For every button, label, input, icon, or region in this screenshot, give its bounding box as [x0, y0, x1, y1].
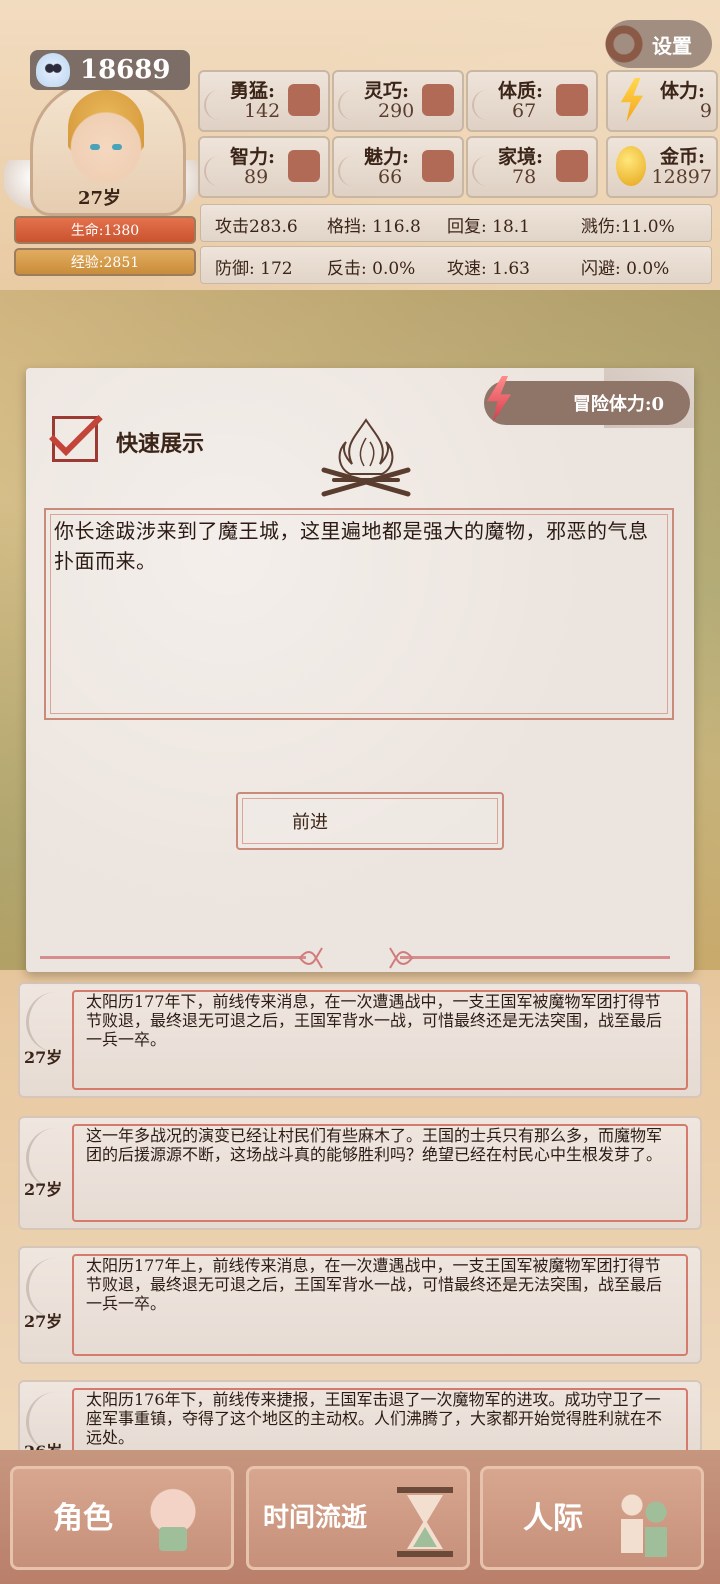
attr-card-intelligence[interactable]: 智力: 89 — [198, 136, 330, 198]
forward-button-label: 前进 — [292, 812, 328, 833]
counter-stat: 反击: 0.0% — [327, 259, 416, 279]
attr-value: 89 — [244, 166, 269, 188]
gold-label: 金币: — [660, 146, 706, 168]
quick-display-label[interactable]: 快速展示 — [116, 426, 204, 458]
attack-stat: 攻击283.6 — [215, 217, 298, 237]
combat-stats-row-2: 防御: 172 反击: 0.0% 攻速: 1.63 闪避: 0.0% — [200, 246, 712, 284]
gold-card: 金币: 12897 — [606, 136, 718, 198]
combat-stats-row-1: 攻击283.6 格挡: 116.8 回复: 18.1 溅伤:11.0% — [200, 204, 712, 242]
brain-icon — [288, 150, 320, 182]
story-text: 你长途跋涉来到了魔王城，这里遍地都是强大的魔物，邪恶的气息扑面而来。 — [54, 519, 649, 573]
money-bag-icon — [556, 150, 588, 182]
regen-stat: 回复: 18.1 — [447, 217, 530, 237]
block-stat: 格挡: 116.8 — [327, 217, 421, 237]
attr-value: 66 — [378, 166, 403, 188]
attr-label: 魅力: — [364, 146, 410, 168]
xp-bar: 经验:2851 — [14, 248, 196, 276]
attr-label: 家境: — [498, 146, 544, 168]
avatar-eye — [90, 144, 100, 150]
fist-icon — [288, 84, 320, 116]
score-box: 18689 — [30, 50, 190, 90]
divider — [400, 956, 670, 959]
flower-icon — [422, 150, 454, 182]
nav-time-button[interactable]: 时间流逝 — [246, 1466, 470, 1570]
speed-stat: 攻速: 1.63 — [447, 259, 530, 279]
gold-value: 12897 — [651, 166, 712, 188]
ghost-icon — [36, 53, 70, 87]
dodge-stat: 闪避: 0.0% — [581, 259, 670, 279]
attr-label: 体质: — [498, 80, 544, 102]
log-entry: 27岁 太阳历177年上，前线传来消息，在一次遭遇战中，一支王国军被魔物军团打得… — [18, 1246, 702, 1364]
attr-card-agility[interactable]: 灵巧: 290 — [332, 70, 464, 132]
log-age: 27岁 — [24, 1048, 63, 1067]
log-entry: 27岁 这一年多战况的演变已经让村民们有些麻木了。王国的士兵只有那么多，而魔物军… — [18, 1116, 702, 1230]
log-text: 太阳历177年上，前线传来消息，在一次遭遇战中，一支王国军被魔物军团打得节节败退… — [86, 1256, 663, 1313]
lightning-icon — [620, 78, 644, 122]
settings-button[interactable]: 设置 — [602, 20, 712, 68]
log-text: 这一年多战况的演变已经让村民们有些麻木了。王国的士兵只有那么多，而魔物军团的后援… — [86, 1126, 663, 1164]
log-text: 太阳历177年下，前线传来消息，在一次遭遇战中，一支王国军被魔物军团打得节节败退… — [86, 992, 663, 1049]
log-age: 27岁 — [24, 1180, 63, 1199]
divider — [40, 956, 306, 959]
flourish-icon — [298, 947, 323, 969]
nav-social-button[interactable]: 人际 — [480, 1466, 704, 1570]
feather-icon — [26, 992, 63, 1052]
hp-bar: 生命:1380 — [14, 216, 196, 244]
stamina-label: 体力: — [660, 80, 706, 102]
log-entry: 26岁 太阳历176年下，前线传来捷报，王国军击退了一次魔物军的进攻。成功守卫了… — [18, 1380, 702, 1454]
flourish-icon — [389, 947, 414, 969]
avatar[interactable] — [68, 90, 144, 186]
character-icon — [145, 1487, 201, 1557]
attr-value: 78 — [512, 166, 537, 188]
attr-card-family[interactable]: 家境: 78 — [466, 136, 598, 198]
nav-label: 角色 — [53, 1501, 113, 1536]
attr-value: 67 — [512, 100, 537, 122]
attr-card-charm[interactable]: 魅力: 66 — [332, 136, 464, 198]
cloak-icon — [422, 84, 454, 116]
attr-card-courage[interactable]: 勇猛: 142 — [198, 70, 330, 132]
hourglass-icon — [397, 1487, 453, 1557]
score-value: 18689 — [80, 55, 171, 85]
forward-button[interactable]: 前进 — [236, 792, 504, 850]
stamina-value: 9 — [699, 100, 712, 122]
nav-label: 时间流逝 — [263, 1503, 368, 1533]
log-age: 27岁 — [24, 1312, 63, 1331]
attr-value: 142 — [244, 100, 281, 122]
campfire-icon — [321, 418, 411, 497]
attr-label: 智力: — [230, 146, 276, 168]
nav-character-button[interactable]: 角色 — [10, 1466, 234, 1570]
attr-label: 勇猛: — [230, 80, 276, 102]
nav-label: 人际 — [523, 1501, 583, 1536]
log-entry: 27岁 太阳历177年下，前线传来消息，在一次遭遇战中，一支王国军被魔物军团打得… — [18, 982, 702, 1098]
attr-label: 灵巧: — [364, 80, 410, 102]
adventure-stamina-badge: 冒险体力:0 — [484, 381, 690, 425]
defense-stat: 防御: 172 — [215, 259, 293, 279]
coin-icon — [616, 146, 646, 186]
splash-stat: 溅伤:11.0% — [581, 217, 675, 237]
log-text: 太阳历176年下，前线传来捷报，王国军击退了一次魔物军的进攻。成功守卫了一座军事… — [86, 1390, 663, 1447]
people-icon — [615, 1487, 671, 1557]
avatar-eye — [112, 144, 122, 150]
gear-icon — [602, 22, 646, 66]
attr-card-constitution[interactable]: 体质: 67 — [466, 70, 598, 132]
settings-label: 设置 — [652, 33, 692, 58]
stamina-card: 体力: 9 — [606, 70, 718, 132]
arm-icon — [556, 84, 588, 116]
age-label: 27岁 — [78, 188, 122, 209]
attr-value: 290 — [378, 100, 415, 122]
